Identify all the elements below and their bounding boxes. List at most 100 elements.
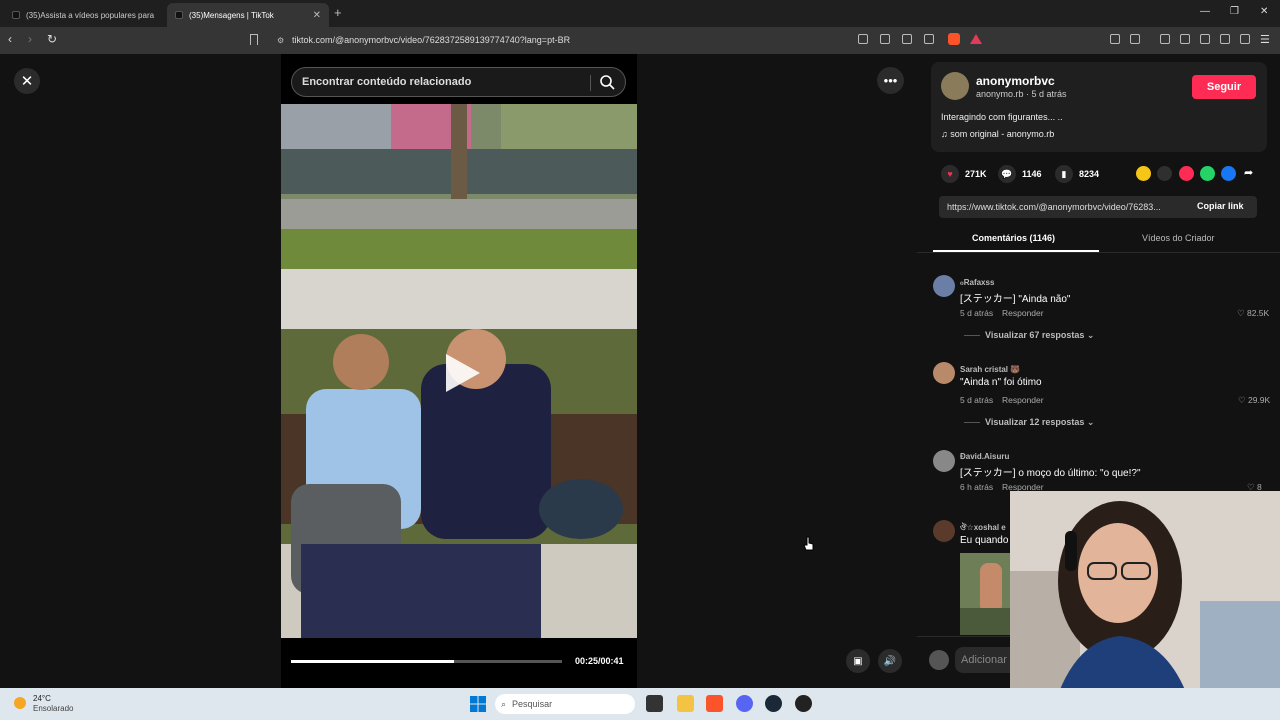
translate-icon[interactable] [880,34,890,44]
forward-icon[interactable]: › [28,32,32,46]
tab-comments[interactable]: Comentários (1146) [972,233,1055,243]
heart-icon[interactable]: ♥ [941,165,959,183]
tiktok-favicon-icon [175,11,183,19]
close-video-button[interactable]: ✕ [14,68,40,94]
whatsapp-icon[interactable] [1200,166,1215,181]
back-icon[interactable]: ‹ [8,32,12,46]
tab-creator-videos[interactable]: Vídeos do Criador [1142,233,1215,243]
view-replies-button[interactable]: Visualizar 12 respostas ⌄ [985,417,1094,428]
brave-shield-icon[interactable] [948,33,960,45]
video-description: Interagindo com figurantes... .. [941,112,1063,122]
like-stat[interactable]: ♥ 271K [941,165,987,183]
browser-tab-2[interactable]: (35)Mensagens | TikTok ✕ [167,3,329,27]
share-page-icon[interactable] [924,34,934,44]
browser-tab-1[interactable]: (35)Assista a vídeos populares para v [4,3,164,27]
address-bar-row [0,27,1280,54]
chevron-down-icon: ⌄ [1086,417,1095,427]
video-time: 00:25/00:41 [575,656,624,666]
comment-time: 6 h atrás [960,482,994,492]
commenter-name[interactable]: ঔ☆xoshal e [960,522,1006,535]
tiktok-favicon-icon [12,11,20,19]
no-sound-icon[interactable] [858,34,868,44]
brave-rewards-icon[interactable] [970,34,982,44]
site-settings-icon[interactable]: ⚙ [277,36,284,45]
view-replies-button[interactable]: Visualizar 67 respostas ⌄ [985,330,1094,341]
commenter-name[interactable]: ℴRafaxss [960,278,994,287]
more-options-button[interactable]: ••• [877,67,904,94]
discord-icon[interactable] [736,695,753,712]
comment-icon[interactable]: 💬 [998,165,1016,183]
comment-like[interactable]: ♡ 82.5K [1237,308,1269,319]
floating-player-button[interactable]: ▣ [846,649,870,673]
commenter-name[interactable]: Sarah cristal 🐻 [960,365,1020,374]
commenter-avatar[interactable] [933,450,955,472]
related-search-input[interactable]: Encontrar conteúdo relacionado [291,67,626,97]
repost-icon[interactable] [1136,166,1151,181]
volume-button[interactable]: 🔊 [878,649,902,673]
menu-icon[interactable]: ☰ [1260,33,1270,46]
comment-like-count: 82.5K [1246,308,1270,318]
play-icon[interactable] [440,352,482,394]
comment-count: 1146 [1022,169,1042,179]
bookmark-icon[interactable] [250,34,258,45]
send-friend-icon[interactable] [1179,166,1194,181]
file-explorer-icon[interactable] [677,695,694,712]
follow-button[interactable]: Seguir [1192,75,1256,99]
taskbar-search-label: Pesquisar [512,699,553,709]
copy-link-button[interactable]: Copiar link [1197,201,1244,211]
comment-like[interactable]: ♡ 29.9K [1238,395,1270,406]
save-count: 8234 [1079,169,1100,179]
commenter-avatar[interactable] [933,362,955,384]
app-icon[interactable] [795,695,812,712]
search-icon[interactable] [599,74,615,90]
comment-text: [ステッカー] o moço do último: "o que!?" [960,468,1141,479]
webcam-overlay [1010,491,1280,720]
vpn-icon[interactable] [1240,34,1250,44]
brave-icon[interactable] [706,695,723,712]
wallet-icon[interactable] [1200,34,1210,44]
cast-icon[interactable] [902,34,912,44]
reload-icon[interactable]: ↻ [47,32,57,46]
close-window-icon[interactable]: ✕ [1260,6,1268,17]
reply-button[interactable]: Responder [1002,308,1044,318]
comment-stat[interactable]: 💬 1146 [998,165,1042,183]
minimize-icon[interactable]: — [1200,6,1210,17]
task-view-icon[interactable] [646,695,663,712]
reply-button[interactable]: Responder [1002,395,1044,405]
commenter-avatar[interactable] [933,275,955,297]
bookmark-icon[interactable]: ▮ [1055,165,1073,183]
embed-icon[interactable] [1157,166,1172,181]
commenter-avatar[interactable] [933,520,955,542]
windows-taskbar [0,688,1280,720]
facebook-icon[interactable] [1221,166,1236,181]
weather-desc[interactable]: Ensolarado [33,704,73,713]
extensions-icon[interactable] [1110,34,1120,44]
sidebar-icon[interactable] [1180,34,1190,44]
maximize-icon[interactable]: ❐ [1230,6,1239,17]
share-arrow-icon[interactable]: ➦ [1244,166,1253,179]
close-tab-icon[interactable]: ✕ [313,10,321,21]
creator-avatar[interactable] [941,72,969,100]
heart-outline-icon: ♡ [1238,395,1248,405]
user-avatar [929,650,949,670]
steam-icon[interactable] [765,695,782,712]
url-input[interactable]: tiktok.com/@anonymorbvc/video/7628372589… [292,35,570,45]
commenter-name[interactable]: Ɖavid.Aisuru [960,452,1009,461]
weather-temp[interactable]: 24°C [33,694,51,703]
sun-icon[interactable] [14,697,26,709]
comment-like-count: 29.9K [1247,395,1271,405]
video-progress-bar[interactable] [291,660,562,663]
music-label: som original - anonymo.rb [950,129,1055,139]
windows-start-icon[interactable] [470,696,486,712]
comment-image[interactable] [960,553,1010,635]
leo-ai-icon[interactable] [1220,34,1230,44]
search-icon: ⌕ [501,698,507,709]
creator-username[interactable]: anonymorbvc [976,74,1055,88]
screenshot-icon[interactable] [1130,34,1140,44]
taskbar-search[interactable]: ⌕ Pesquisar [495,694,635,714]
save-stat[interactable]: ▮ 8234 [1055,165,1099,183]
media-icon[interactable] [1160,34,1170,44]
comment-time: 5 d atrás [960,395,994,405]
new-tab-icon[interactable]: + [334,5,342,20]
music-link[interactable]: ♫ som original - anonymo.rb [941,129,1054,139]
